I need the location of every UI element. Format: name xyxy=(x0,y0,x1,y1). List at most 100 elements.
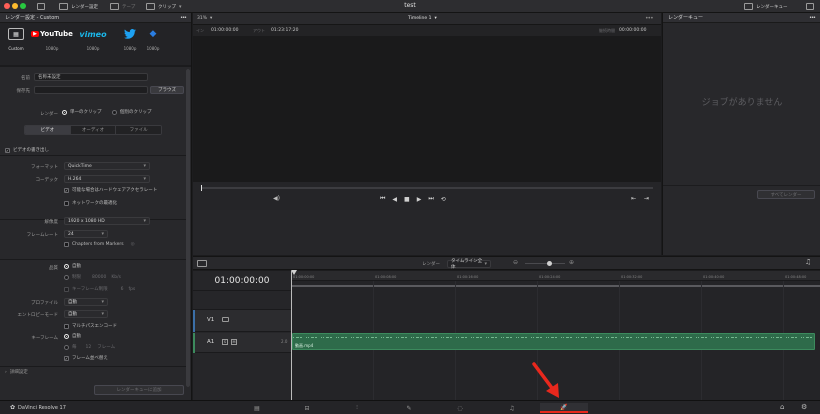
video-track-icon[interactable] xyxy=(222,317,229,322)
fusion-page-icon[interactable]: ✎ xyxy=(386,403,432,413)
playhead[interactable] xyxy=(201,185,202,191)
frame-reorder-checkbox[interactable]: ✓ フレーム並べ替え xyxy=(64,355,108,361)
zoom-out-icon[interactable]: ⊖ xyxy=(513,259,518,266)
toolbar-render-queue-button[interactable]: レンダーキュー xyxy=(744,2,788,11)
film-icon: ▦ xyxy=(8,28,24,40)
jump-start-icon[interactable]: ⏮ xyxy=(380,195,385,203)
info-icon: ◎ xyxy=(130,242,135,247)
entropy-select[interactable]: 自動 xyxy=(64,310,108,318)
left-panel-scrollbar[interactable] xyxy=(186,69,190,387)
out-timecode: 01:23:17:20 xyxy=(271,28,299,33)
app-branding: ✿ DaVinci Resolve 17 xyxy=(10,404,66,411)
audio-channels: 2.0 xyxy=(281,339,288,344)
dropbox-logo-icon: ◆ xyxy=(149,29,157,39)
zoom-slider-handle[interactable] xyxy=(547,261,552,266)
volume-icon[interactable]: ◀) xyxy=(273,195,280,202)
stop-icon[interactable]: ■ xyxy=(404,196,410,203)
entropy-label: エントロピーモード xyxy=(17,313,59,318)
media-page-icon[interactable]: ▤ xyxy=(234,403,280,413)
render-individual-radio[interactable]: 個別のクリップ xyxy=(112,109,152,115)
export-video-checkbox[interactable]: ✓ ビデオの書き出し xyxy=(5,147,49,153)
advanced-settings-toggle[interactable]: › 詳細設定 xyxy=(5,369,28,376)
quality-restrict-checkbox[interactable]: キーフレーム制限 6 fps xyxy=(64,286,135,292)
cut-page-icon[interactable]: ⊟ xyxy=(284,403,330,413)
settings-gear-icon[interactable]: ⚙ xyxy=(801,403,807,411)
render-queue-title: レンダーキュー xyxy=(668,15,704,21)
edit-page-icon[interactable]: ⫶ xyxy=(334,403,380,413)
viewer-timecode-bar: イン 01:00:00:00 アウト 01:23:17:20 継続時間 00:0… xyxy=(193,25,661,36)
transport-controls: ⏮ ◀ ■ ▶ ⏭ ⟲ xyxy=(380,195,446,203)
viewer-header: 31% ▾ Timeline 1 ▾ ••• xyxy=(193,13,661,25)
browse-button[interactable]: ブラウズ xyxy=(150,86,184,94)
duration-timecode: 00:00:00:00 xyxy=(619,28,647,33)
viewer-canvas[interactable] xyxy=(193,36,661,182)
keyframe-auto-radio[interactable]: 自動 xyxy=(64,333,81,339)
location-input[interactable] xyxy=(34,86,148,94)
profile-select[interactable]: 自動 xyxy=(64,298,108,306)
twitter-logo-icon xyxy=(124,28,136,40)
track-header-a1[interactable]: A1 S M 2.0 xyxy=(193,333,291,353)
zoom-slider[interactable] xyxy=(525,261,565,266)
preset-custom[interactable]: ▦ Custom xyxy=(0,28,32,51)
scrub-bar[interactable] xyxy=(201,185,653,191)
keyframe-every-radio[interactable]: 毎 12 フレーム xyxy=(64,344,115,350)
resolution-select[interactable]: 1920 x 1080 HD xyxy=(64,217,150,225)
timeline-track-headers: 01:00:00:00 V1 A1 S M 2.0 xyxy=(193,271,291,400)
multipass-checkbox[interactable]: マルチパスエンコード xyxy=(64,323,117,329)
format-label: フォーマット xyxy=(31,165,58,170)
preset-dropbox[interactable]: ◆ 1080p xyxy=(146,28,160,51)
deliver-page-icon[interactable]: 🚀 xyxy=(540,403,588,413)
keyframe-label: キーフレーム xyxy=(31,336,58,341)
more-options-icon[interactable]: ••• xyxy=(809,15,816,21)
solo-icon[interactable]: S xyxy=(222,339,228,345)
preset-vimeo[interactable]: vimeo 1080p xyxy=(72,28,114,52)
hw-accel-checkbox[interactable]: ✓ 可能な場合はハードウェアアクセラレート xyxy=(64,187,157,193)
zoom-select[interactable]: 31% ▾ xyxy=(197,16,212,21)
preset-youtube[interactable]: ▶ YouTube 1080p xyxy=(31,28,73,51)
chapters-checkbox[interactable]: Chapters from Markers ◎ xyxy=(64,242,135,247)
codec-select[interactable]: H.264 xyxy=(64,175,150,183)
render-range-bar[interactable] xyxy=(291,285,820,287)
render-settings-panel: レンダー設定 - Custom ••• ▦ Custom ▶ YouTube 10… xyxy=(0,13,192,400)
tab-audio[interactable]: オーディオ xyxy=(69,126,116,134)
format-select[interactable]: QuickTime xyxy=(64,162,150,170)
mark-in-icon[interactable]: ⇤ xyxy=(631,195,636,202)
loop-icon[interactable]: ⟲ xyxy=(441,196,446,203)
chevron-right-icon: › xyxy=(5,369,7,375)
fullscreen-icon[interactable] xyxy=(806,3,814,10)
audio-clip-name: 動画.mp4 xyxy=(295,343,314,348)
network-optimize-checkbox[interactable]: ネットワークの最適化 xyxy=(64,200,117,206)
tab-video[interactable]: ビデオ xyxy=(25,126,70,134)
audio-meter-icon[interactable]: ♫ xyxy=(805,258,811,266)
color-page-icon[interactable]: ◌ xyxy=(437,403,483,413)
timeline-select[interactable]: Timeline 1 ▾ xyxy=(408,16,437,21)
add-to-render-queue-button[interactable]: レンダーキューに追加 xyxy=(94,385,184,395)
reverse-icon[interactable]: ◀ xyxy=(392,196,397,203)
window-title: test xyxy=(404,2,416,9)
fairlight-page-icon[interactable]: ♫ xyxy=(489,403,535,413)
jump-end-icon[interactable]: ⏭ xyxy=(428,195,433,203)
mute-icon[interactable]: M xyxy=(231,339,237,345)
render-all-button[interactable]: すべてレンダー xyxy=(757,190,815,199)
render-range-select[interactable]: タイムライン全体 xyxy=(447,259,491,270)
annotation-arrow xyxy=(532,362,559,398)
settings-tabs: ビデオ オーディオ ファイル xyxy=(24,125,162,135)
mark-out-icon[interactable]: ⇥ xyxy=(644,195,649,202)
filename-input[interactable]: 名称未設定 xyxy=(34,73,148,81)
timeline-ruler[interactable]: 01:00:00:00 01:00:08:00 01:00:16:00 01:0… xyxy=(291,271,820,281)
more-options-icon[interactable]: ••• xyxy=(180,15,187,21)
zoom-in-icon[interactable]: ⊕ xyxy=(569,259,574,266)
quality-limit-radio[interactable]: 制限 80000 Kb/s xyxy=(64,274,121,280)
framerate-select[interactable]: 24 xyxy=(64,230,108,238)
audio-clip[interactable]: 動画.mp4 xyxy=(292,333,815,350)
quality-auto-radio[interactable]: 自動 xyxy=(64,263,81,269)
preset-twitter[interactable]: 1080p xyxy=(114,28,146,51)
timeline-view-icon[interactable] xyxy=(197,260,207,267)
more-options-icon[interactable]: ••• xyxy=(645,15,654,22)
render-single-radio[interactable]: 単一のクリップ xyxy=(62,109,102,115)
track-header-v1[interactable]: V1 xyxy=(193,310,291,332)
home-icon[interactable]: ⌂ xyxy=(780,403,784,411)
render-presets: ▦ Custom ▶ YouTube 1080p vimeo 1080p 1080… xyxy=(0,23,191,67)
play-icon[interactable]: ▶ xyxy=(417,196,422,203)
tab-file[interactable]: ファイル xyxy=(115,126,161,134)
